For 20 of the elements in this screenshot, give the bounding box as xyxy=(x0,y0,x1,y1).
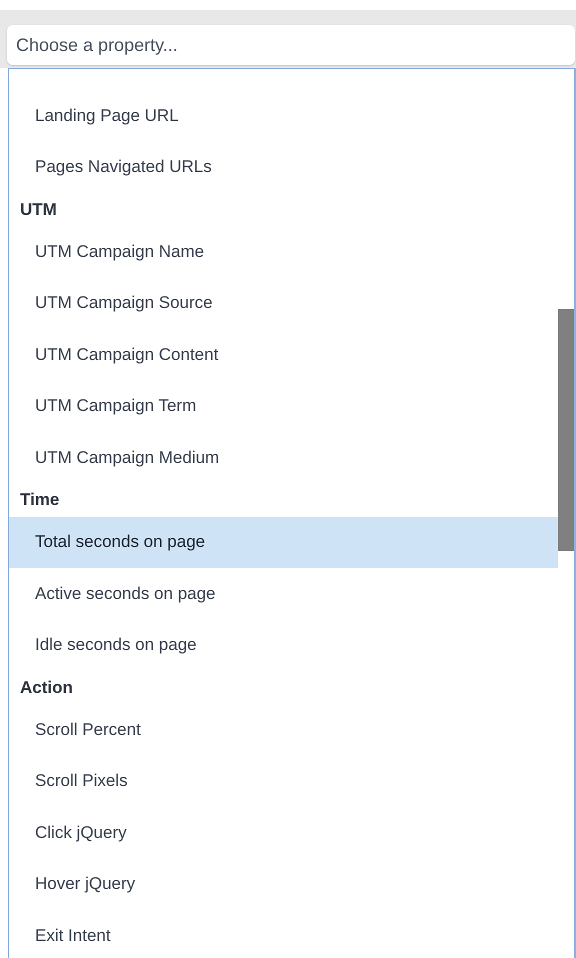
property-option[interactable]: Total seconds on page xyxy=(9,516,558,568)
property-option[interactable]: Click jQuery xyxy=(9,807,558,858)
property-option[interactable]: UTM Campaign Source xyxy=(9,278,558,329)
property-option[interactable]: Landing Page URL xyxy=(9,90,558,142)
property-option[interactable]: Idle seconds on page xyxy=(9,620,558,671)
property-option[interactable]: Pages Navigated URLs xyxy=(9,142,558,193)
property-option[interactable]: Scroll Percent xyxy=(9,704,558,756)
property-option[interactable]: Active seconds on page xyxy=(9,568,558,620)
property-search-field[interactable]: Choose a property... xyxy=(7,25,575,65)
property-option[interactable]: Exit Intent xyxy=(9,910,558,958)
group-header: UTM xyxy=(19,198,58,220)
property-option[interactable]: Hover jQuery xyxy=(9,858,558,910)
scrollbar-thumb[interactable] xyxy=(558,309,574,551)
property-option[interactable]: UTM Campaign Term xyxy=(9,380,558,432)
group-header: Action xyxy=(19,676,74,698)
property-option[interactable]: UTM Campaign Content xyxy=(9,329,558,380)
property-option[interactable]: UTM Campaign Medium xyxy=(9,432,558,484)
group-header: Time xyxy=(19,489,60,511)
property-option[interactable]: UTM Campaign Name xyxy=(9,226,558,278)
property-option[interactable]: Scroll Pixels xyxy=(9,756,558,807)
